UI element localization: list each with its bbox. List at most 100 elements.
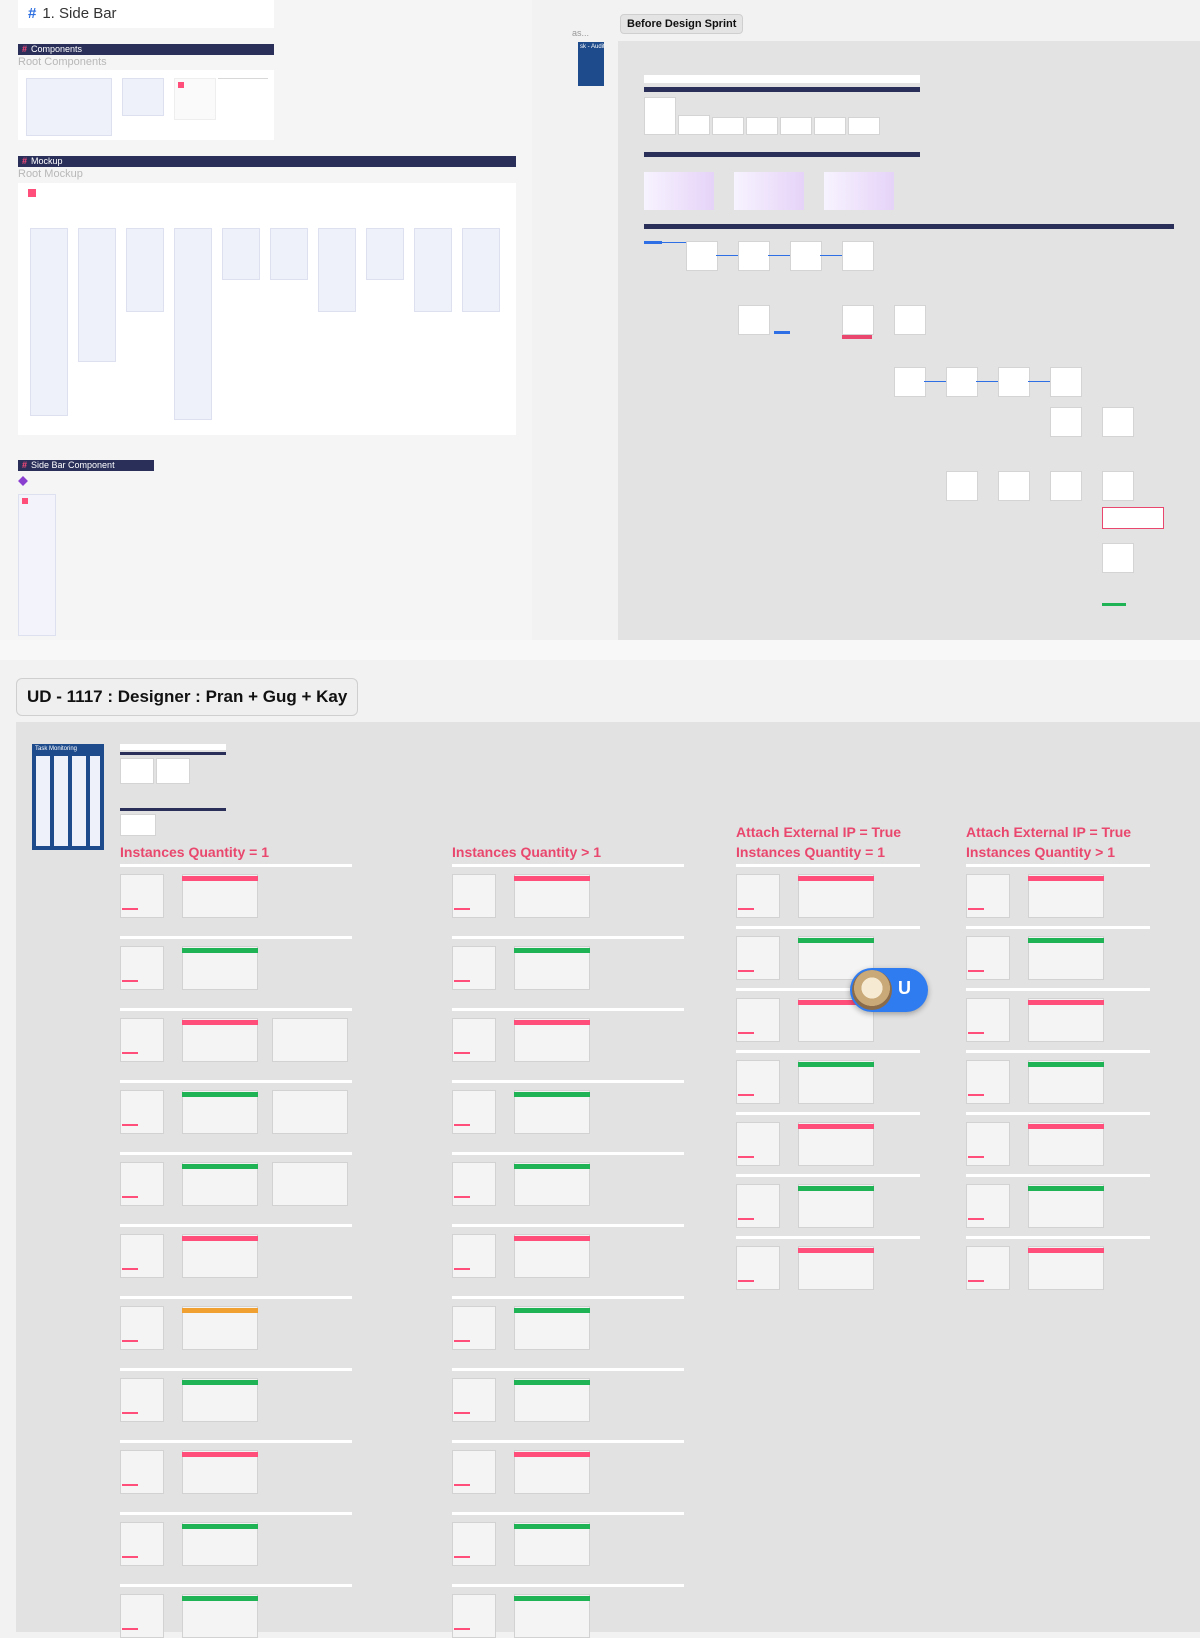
- flow-screen-thumb[interactable]: [946, 471, 978, 501]
- sidebar-mockup[interactable]: [414, 228, 452, 312]
- mockup-thumb[interactable]: [734, 172, 804, 210]
- page-heading-text: 1. Side Bar: [42, 5, 117, 22]
- search-bar[interactable]: [644, 75, 920, 83]
- sidebar-mockup[interactable]: [318, 228, 356, 312]
- column-title-line: Attach External IP = True: [736, 824, 902, 840]
- partial-crumb: as...: [572, 28, 590, 38]
- component-thumb[interactable]: [814, 117, 846, 135]
- sidebar-mockup[interactable]: [78, 228, 116, 362]
- ud-board-chip[interactable]: UD - 1117 : Designer : Pran + Gug + Kay: [16, 678, 359, 716]
- flow-screen-thumb[interactable]: [1050, 407, 1082, 437]
- collaborator-pill[interactable]: U: [850, 968, 928, 1012]
- mockup-section-title: Mockup: [31, 156, 63, 166]
- column-title-line: Instances Quantity = 1: [120, 844, 269, 860]
- flow-connector: [768, 255, 790, 256]
- component-thumb[interactable]: [120, 814, 156, 836]
- flow-screen-thumb[interactable]: [894, 305, 926, 335]
- sidebar-mockup[interactable]: [462, 228, 500, 312]
- component-thumb[interactable]: [26, 78, 112, 136]
- board-divider: [0, 640, 1200, 660]
- component-thumb[interactable]: [156, 758, 190, 784]
- divider: [218, 78, 268, 79]
- flow-screen-thumb[interactable]: [998, 367, 1030, 397]
- display-case-section-bar: [644, 224, 1174, 229]
- mockup-thumb[interactable]: [644, 172, 714, 210]
- flow-connector: [820, 255, 842, 256]
- root-mockup-label: Root Mockup: [18, 168, 83, 180]
- components-frame[interactable]: [18, 70, 274, 140]
- flow-screen-thumb[interactable]: [894, 367, 926, 397]
- flow-screen-thumb[interactable]: [738, 241, 770, 271]
- page-heading[interactable]: #1. Side Bar: [18, 0, 274, 28]
- component-thumb[interactable]: [746, 117, 778, 135]
- flow-connector: [716, 255, 738, 256]
- sidebar-mockup[interactable]: [126, 228, 164, 312]
- collaborator-avatar: [852, 970, 892, 1010]
- components-section-bar[interactable]: # Components: [18, 44, 274, 55]
- panel: [54, 756, 68, 846]
- column-title-1: Instances Quantity = 1: [120, 842, 269, 862]
- before-design-sprint-canvas[interactable]: [618, 41, 1200, 640]
- mockup-frame[interactable]: [18, 183, 516, 435]
- component-thumb[interactable]: [712, 117, 744, 135]
- column-title-4: Attach External IP = True Instances Quan…: [966, 822, 1131, 862]
- sidebar-mockup[interactable]: [270, 228, 308, 280]
- side-bar-component-section-bar[interactable]: # Side Bar Component: [18, 460, 154, 471]
- flow-start-tag: [644, 241, 662, 244]
- component-thumb[interactable]: [644, 97, 676, 135]
- component-thumb[interactable]: [848, 117, 880, 135]
- component-thumb[interactable]: [120, 758, 154, 784]
- flow-screen-thumb[interactable]: [1102, 543, 1134, 573]
- flow-screen-thumb[interactable]: [842, 305, 874, 335]
- flow-screen-thumb[interactable]: [946, 367, 978, 397]
- hash-icon: #: [22, 44, 28, 54]
- flow-screen-thumb[interactable]: [738, 305, 770, 335]
- column-title-line: Attach External IP = True: [966, 824, 1132, 840]
- brand-logo-icon: [22, 498, 28, 504]
- component-thumb[interactable]: [678, 115, 710, 135]
- column-title-line: Instances Quantity > 1: [452, 844, 601, 860]
- flow-screen-thumb[interactable]: [1102, 471, 1134, 501]
- column-title-line: Instances Quantity > 1: [966, 844, 1115, 860]
- sidebar-mockup[interactable]: [366, 228, 404, 280]
- mockup-section-bar[interactable]: # Mockup: [18, 156, 516, 167]
- flow-screen-thumb[interactable]: [842, 241, 874, 271]
- component-thumb[interactable]: [780, 117, 812, 135]
- mockup-section-bar: [644, 152, 920, 157]
- component-thumb[interactable]: [122, 78, 164, 116]
- panel: [72, 756, 86, 846]
- flow-connector: [662, 242, 686, 243]
- flow-connector: [976, 381, 998, 382]
- flow-connector: [924, 381, 946, 382]
- component-thumb[interactable]: [174, 78, 216, 120]
- side-bar-component[interactable]: [18, 494, 56, 636]
- components-section-bar: [644, 87, 920, 92]
- section-bar: [120, 808, 226, 811]
- column-title-line: Instances Quantity = 1: [736, 844, 885, 860]
- error-note: [1102, 507, 1164, 529]
- flow-screen-thumb[interactable]: [1102, 407, 1134, 437]
- sidebar-mockup[interactable]: [30, 228, 68, 416]
- components-section-title: Components: [31, 44, 83, 54]
- root-components-label: Root Components: [18, 56, 107, 68]
- flow-screen-thumb[interactable]: [1050, 367, 1082, 397]
- section-bar: [120, 752, 226, 755]
- partial-frame[interactable]: sk - Audit: [578, 42, 605, 86]
- mockup-thumb[interactable]: [824, 172, 894, 210]
- flow-screen-thumb[interactable]: [790, 241, 822, 271]
- before-design-sprint-chip[interactable]: Before Design Sprint: [620, 14, 744, 34]
- hash-icon: #: [28, 5, 37, 22]
- sidebar-mockup[interactable]: [222, 228, 260, 280]
- sidebar-mockup[interactable]: [174, 228, 212, 420]
- flow-screen-thumb[interactable]: [686, 241, 718, 271]
- flow-connector: [1028, 381, 1050, 382]
- column-title-2: Instances Quantity > 1: [452, 842, 601, 862]
- panel: [90, 756, 100, 846]
- error-tag: [842, 335, 872, 339]
- hash-icon: #: [22, 156, 28, 166]
- partial-frame-label: sk - Audit: [580, 44, 605, 50]
- flow-screen-thumb[interactable]: [998, 471, 1030, 501]
- flow-screen-thumb[interactable]: [1050, 471, 1082, 501]
- search-bar[interactable]: [120, 744, 226, 750]
- task-monitoring-frame[interactable]: Task Monitoring: [32, 744, 104, 850]
